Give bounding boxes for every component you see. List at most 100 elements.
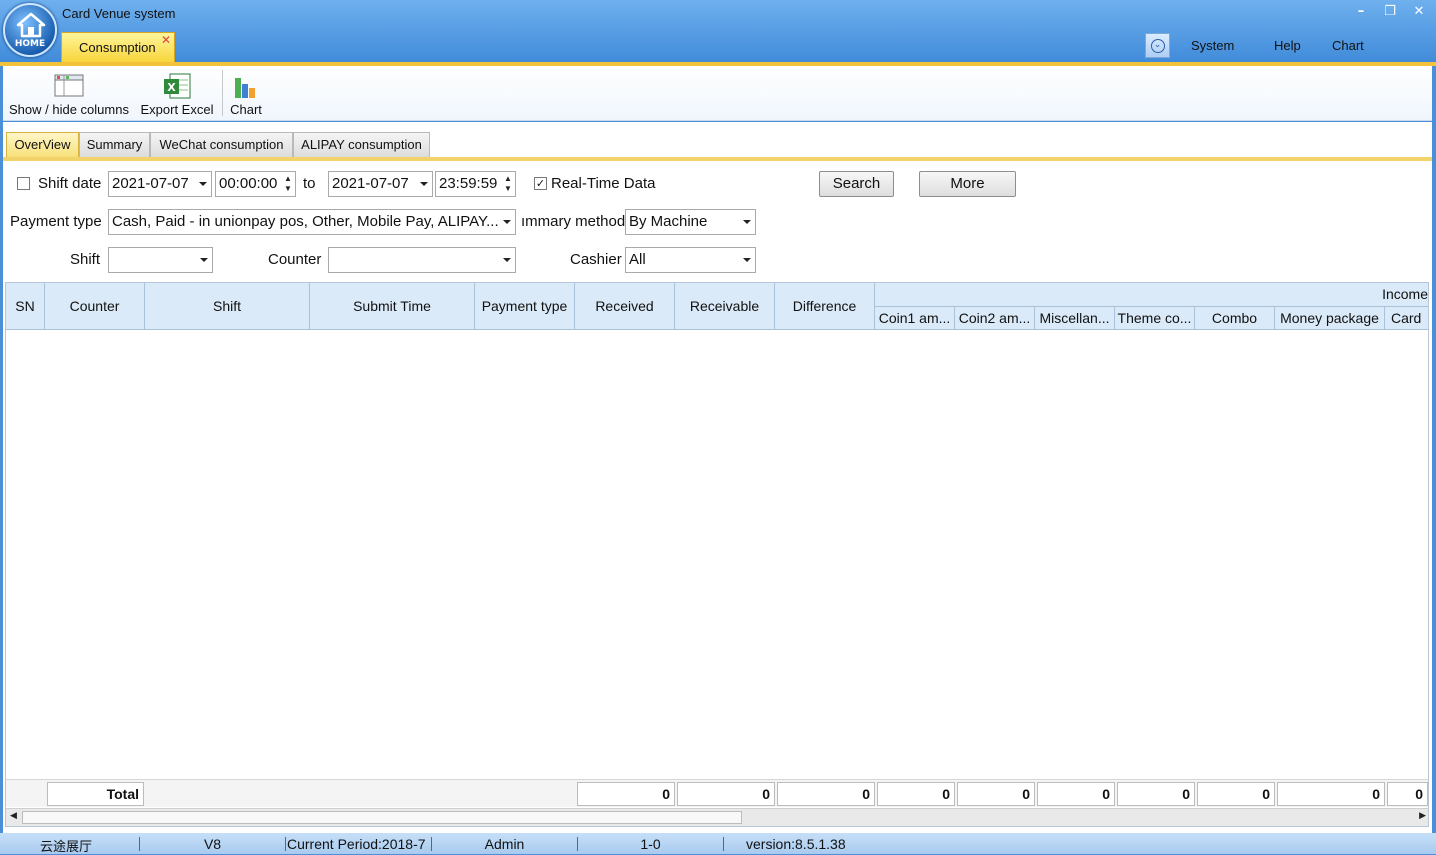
from-time-value: 00:00:00 [219,175,278,192]
shift-select[interactable] [108,247,213,273]
payment-type-value: Cash, Paid - in unionpay pos, Other, Mob… [112,213,499,230]
status-separator [285,837,286,851]
toolbar: Show / hide columns X Export Excel Chart [3,66,1432,121]
tab-consumption-label: Consumption [79,40,156,55]
column-header-combo[interactable]: Combo [1195,307,1275,330]
app-title: Card Venue system [62,6,176,21]
tab-overview[interactable]: OverView [6,132,79,158]
export-excel-button[interactable]: X Export Excel [139,66,215,120]
spinner-icon[interactable]: ▲ ▼ [283,174,293,194]
column-header-coin1[interactable]: Coin1 am... [875,307,955,330]
status-bar: 云途展厅 V8 Current Period:2018-7 Admin 1-0 … [0,833,1436,855]
menu-chart[interactable]: Chart [1332,38,1364,53]
to-label: to [303,175,316,192]
column-header-money-package[interactable]: Money package [1275,307,1385,330]
spinner-icon[interactable]: ▲ ▼ [503,174,513,194]
bar-chart-icon [235,78,255,98]
realtime-label: Real-Time Data [551,175,656,192]
column-header-submit-time[interactable]: Submit Time [310,283,475,330]
horizontal-scrollbar[interactable]: ◀ ▶ [6,808,1428,826]
tab-consumption[interactable]: Consumption ✕ [61,32,175,62]
export-excel-label: Export Excel [140,102,214,117]
menu-dropdown-button[interactable]: ⌄ [1145,33,1170,58]
svg-text:X: X [167,81,176,94]
total-row: Total 0 0 0 0 0 0 0 0 0 0 [6,779,1428,807]
total-coin1: 0 [877,782,955,806]
status-user: Admin [484,836,525,852]
payment-type-select[interactable]: Cash, Paid - in unionpay pos, Other, Mob… [108,209,516,235]
total-miscellaneous: 0 [1037,782,1115,806]
shift-date-checkbox[interactable] [17,177,30,190]
close-tab-icon[interactable]: ✕ [161,33,171,47]
column-header-counter[interactable]: Counter [45,283,145,330]
to-date-value: 2021-07-07 [332,175,409,192]
scroll-left-icon[interactable]: ◀ [10,811,17,821]
status-separator [723,837,724,851]
menu-system[interactable]: System [1191,38,1234,53]
dropdown-arrow-icon [200,258,208,262]
summary-method-value: By Machine [629,213,708,230]
payment-type-label: Payment type [10,213,102,230]
from-date-value: 2021-07-07 [112,175,189,192]
scrollbar-thumb[interactable] [22,811,742,824]
column-header-sn[interactable]: SN [6,283,45,330]
total-card: 0 [1387,782,1428,806]
column-header-payment-type[interactable]: Payment type [475,283,575,330]
chart-label: Chart [230,102,262,117]
status-venue: 云途展厅 [39,840,92,855]
shift-label: Shift [70,251,101,268]
from-date-picker[interactable]: 2021-07-07 [108,171,212,197]
total-difference: 0 [777,782,875,806]
total-received: 0 [577,782,675,806]
dropdown-arrow-icon [199,182,207,186]
home-button[interactable]: HOME [3,3,57,57]
cashier-select[interactable]: All [625,247,756,273]
dropdown-arrow-icon [743,220,751,224]
column-header-coin2[interactable]: Coin2 am... [955,307,1035,330]
tab-summary[interactable]: Summary [79,132,150,158]
column-header-miscellaneous[interactable]: Miscellan... [1035,307,1115,330]
status-version: version:8.5.1.38 [746,836,846,852]
maximize-button[interactable]: ❐ [1379,4,1401,22]
minimize-button[interactable]: – [1350,4,1372,22]
chevron-down-icon: ⌄ [1150,39,1165,53]
menu-help[interactable]: Help [1274,38,1301,53]
total-receivable: 0 [677,782,775,806]
to-time-value: 23:59:59 [439,175,498,192]
column-header-received[interactable]: Received [575,283,675,330]
search-button[interactable]: Search [819,171,894,197]
chart-button[interactable]: Chart [227,66,265,120]
column-header-shift[interactable]: Shift [145,283,310,330]
status-version-short: V8 [203,836,222,852]
column-header-difference[interactable]: Difference [775,283,875,330]
summary-method-label: ımmary method [521,213,626,230]
columns-icon [54,74,84,97]
subtab-divider [3,157,1432,161]
scroll-right-icon[interactable]: ▶ [1419,811,1426,821]
tab-alipay-consumption[interactable]: ALIPAY consumption [293,132,430,158]
from-time-picker[interactable]: 00:00:00 ▲ ▼ [215,171,296,197]
realtime-checkbox[interactable]: ✓ [534,177,547,190]
counter-label: Counter [268,251,322,268]
cashier-value: All [629,251,646,268]
cashier-label: Cashier [570,251,622,268]
column-header-receivable[interactable]: Receivable [675,283,775,330]
title-bar: HOME Card Venue system – ❐ ✕ Consumption… [0,0,1436,64]
status-code: 1-0 [640,836,661,852]
total-theme: 0 [1117,782,1195,806]
to-date-picker[interactable]: 2021-07-07 [328,171,433,197]
column-header-theme[interactable]: Theme co... [1115,307,1195,330]
show-hide-columns-label: Show / hide columns [9,102,129,117]
to-time-picker[interactable]: 23:59:59 ▲ ▼ [435,171,516,197]
column-header-card[interactable]: Card [1385,307,1428,330]
dropdown-arrow-icon [503,220,511,224]
consumption-grid: SN Counter Shift Submit Time Payment typ… [5,282,1429,827]
tab-wechat-consumption[interactable]: WeChat consumption [150,132,293,158]
total-coin2: 0 [957,782,1035,806]
more-button[interactable]: More [919,171,1016,197]
close-window-button[interactable]: ✕ [1408,4,1430,22]
counter-select[interactable] [328,247,516,273]
summary-method-select[interactable]: By Machine [625,209,756,235]
checkmark-icon: ✓ [535,177,546,190]
show-hide-columns-button[interactable]: Show / hide columns [6,66,132,120]
